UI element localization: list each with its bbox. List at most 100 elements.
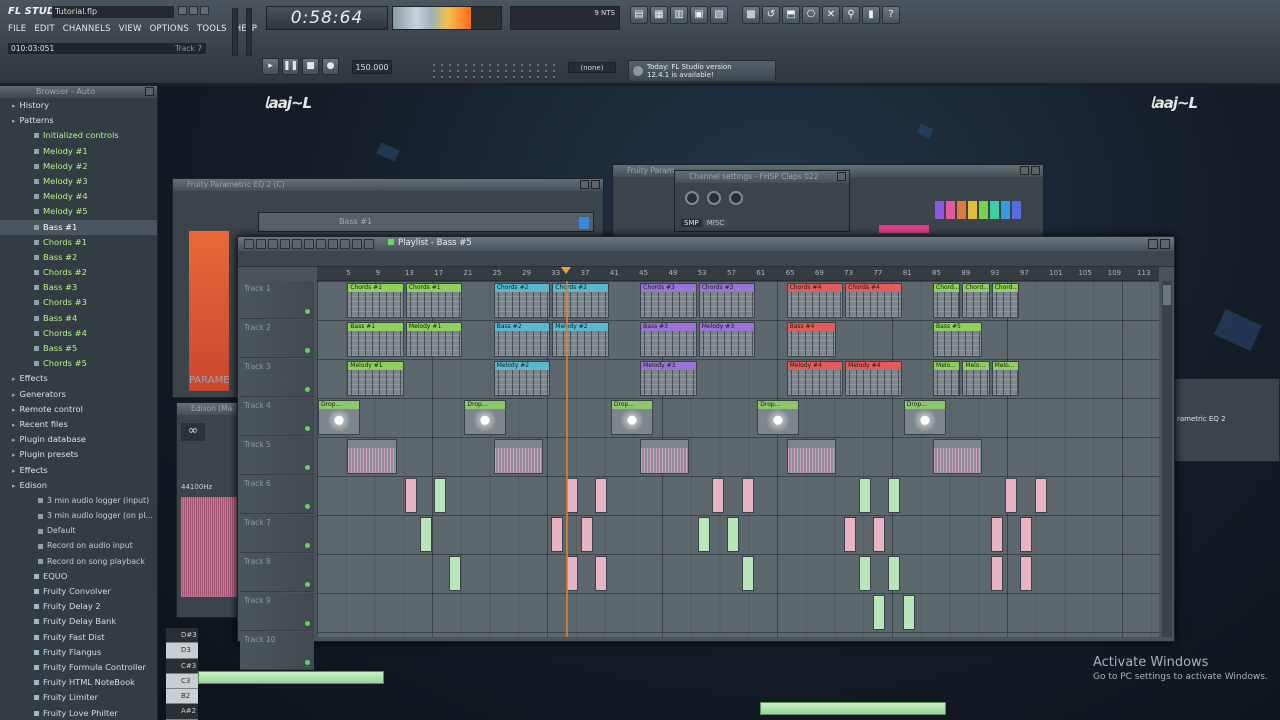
color-pad[interactable] — [957, 201, 966, 219]
piano-key[interactable]: D#3 — [166, 628, 198, 644]
browser-icon[interactable]: ▧ — [710, 6, 728, 24]
color-pad[interactable] — [935, 201, 944, 219]
note-clip[interactable] — [419, 517, 432, 552]
note-clip[interactable] — [1019, 556, 1032, 591]
bass-window[interactable]: Bass #1 — [258, 212, 594, 232]
browser-item[interactable]: Melody #5 — [0, 204, 157, 219]
mixer-fragment-window[interactable]: rametric EQ 2 — [1174, 378, 1280, 462]
browser-item[interactable]: Fruity Formula Controller — [0, 660, 157, 675]
pianoroll-icon[interactable]: ▥ — [670, 6, 688, 24]
eq-close-button[interactable] — [591, 180, 600, 189]
browser-item[interactable]: ▸ Recent files — [0, 417, 157, 432]
browser-item[interactable]: Fruity Convolver — [0, 584, 157, 599]
pattern-clip[interactable]: Chords #4 — [845, 283, 902, 318]
browser-item[interactable]: Record on song playback — [0, 554, 157, 569]
pattern-clip[interactable]: Melo... — [962, 361, 990, 396]
help-icon[interactable]: ? — [882, 6, 900, 24]
note-clip[interactable] — [990, 556, 1003, 591]
color-pad[interactable] — [990, 201, 999, 219]
track-mute-led[interactable] — [305, 621, 310, 626]
eq-display[interactable] — [189, 231, 229, 391]
pattern-clip[interactable]: Chords #1 — [347, 283, 404, 318]
browser-item[interactable]: ▸ Remote control — [0, 402, 157, 417]
pattern-clip[interactable]: Bass #4 — [786, 322, 836, 357]
note-clip[interactable] — [1034, 478, 1047, 513]
pattern-clip[interactable]: Melo... — [933, 361, 961, 396]
browser-close-button[interactable] — [145, 87, 154, 96]
channel-settings-close-button[interactable] — [837, 172, 846, 181]
record-button[interactable]: ● — [322, 58, 339, 75]
drum-clip[interactable]: Drop... — [903, 400, 946, 435]
pattern-clip[interactable]: Chords #3 — [640, 283, 697, 318]
browser-item[interactable]: ▸ Effects — [0, 371, 157, 386]
piano-key[interactable]: C3 — [166, 674, 198, 690]
mixer-icon[interactable]: ▤ — [630, 6, 648, 24]
playlist-maximize-button[interactable] — [1148, 239, 1158, 249]
playlist-tool-button[interactable] — [268, 239, 278, 249]
note-clip[interactable] — [1005, 478, 1018, 513]
playlist-tool-button[interactable] — [292, 239, 302, 249]
pan-knob[interactable] — [685, 191, 699, 205]
render-icon[interactable]: ⎔ — [802, 6, 820, 24]
menu-edit[interactable]: EDIT — [34, 24, 54, 34]
note-clip[interactable] — [873, 517, 886, 552]
track-mute-led[interactable] — [305, 582, 310, 587]
channel-icon[interactable]: ▣ — [690, 6, 708, 24]
browser-item[interactable]: EQUO — [0, 569, 157, 584]
note-clip[interactable] — [727, 517, 740, 552]
tab-misc[interactable]: MISC — [703, 219, 728, 227]
volume-knob[interactable] — [707, 191, 721, 205]
track-header[interactable]: Track 5 — [240, 437, 314, 475]
pattern-clip[interactable]: Bass #1 — [347, 322, 404, 357]
note-clip[interactable] — [448, 556, 461, 591]
menu-view[interactable]: VIEW — [119, 24, 142, 34]
close-button[interactable] — [200, 6, 209, 15]
menu-tools[interactable]: TOOLS — [197, 24, 227, 34]
color-pad[interactable] — [979, 201, 988, 219]
browser-item[interactable]: ▸ Plugin presets — [0, 447, 157, 462]
track-header[interactable]: Track 10 — [240, 632, 314, 670]
pattern-clip[interactable]: Melody #3 — [698, 322, 756, 357]
pattern-clip[interactable]: Bass #3 — [640, 322, 697, 357]
menu-options[interactable]: OPTIONS — [150, 24, 189, 34]
track-mute-led[interactable] — [305, 387, 310, 392]
pattern-clip[interactable]: Melody #4 — [845, 361, 902, 396]
track-mute-led[interactable] — [305, 543, 310, 548]
drum-clip[interactable]: Drop... — [610, 400, 653, 435]
browser-item[interactable]: Fruity Limiter — [0, 690, 157, 705]
piano-key[interactable]: C#3 — [166, 658, 198, 674]
drum-clip[interactable]: Drop... — [757, 400, 800, 435]
pattern-clip[interactable]: Chords #4 — [786, 283, 844, 318]
playlist-icon[interactable]: ▦ — [650, 6, 668, 24]
menu-channels[interactable]: CHANNELS — [63, 24, 111, 34]
playlist-close-button[interactable] — [1160, 239, 1170, 249]
browser-item[interactable]: 3 min audio logger (input) — [0, 493, 157, 508]
channel-settings-window[interactable]: Channel settings - FHSP Claps 022 SMP MI… — [674, 170, 850, 232]
pattern-clip[interactable]: Melody #1 — [405, 322, 463, 357]
playlist-window[interactable]: Playlist - Bass #5 5 9 13 17 21 25 29 33 37 41 45 4… — [237, 236, 1175, 670]
pattern-clip[interactable]: Chords #3 — [698, 283, 756, 318]
pattern-clip[interactable]: Melody #3 — [640, 361, 697, 396]
pattern-clip[interactable]: Chord... — [933, 283, 961, 318]
browser-item[interactable]: Bass #1 — [0, 219, 157, 235]
vertical-scrollbar[interactable] — [1162, 281, 1172, 637]
eq-detach-button[interactable] — [580, 180, 589, 189]
link-icon[interactable]: ⚲ — [842, 6, 860, 24]
tools-icon[interactable]: ✕ — [822, 6, 840, 24]
browser-item[interactable]: ▸ Plugin database — [0, 432, 157, 447]
track-mute-led[interactable] — [305, 465, 310, 470]
scrollbar-thumb[interactable] — [1163, 285, 1171, 305]
browser-item[interactable]: Bass #5 — [0, 341, 157, 356]
pattern-clip[interactable]: Melody #4 — [786, 361, 844, 396]
browser-item[interactable]: Melody #4 — [0, 189, 157, 204]
track-header[interactable]: Track 3 — [240, 359, 314, 397]
track-header[interactable]: Track 4 — [240, 398, 314, 436]
piano-key[interactable]: B2 — [166, 689, 198, 705]
pattern-clip[interactable]: Chords #2 — [552, 283, 609, 318]
plugin-icon[interactable]: ▩ — [742, 6, 760, 24]
color-pad[interactable] — [968, 201, 977, 219]
track-mute-led[interactable] — [305, 309, 310, 314]
note-clip[interactable] — [888, 556, 901, 591]
playlist-tool-button[interactable] — [244, 239, 254, 249]
main-volume-slider[interactable] — [232, 8, 238, 56]
